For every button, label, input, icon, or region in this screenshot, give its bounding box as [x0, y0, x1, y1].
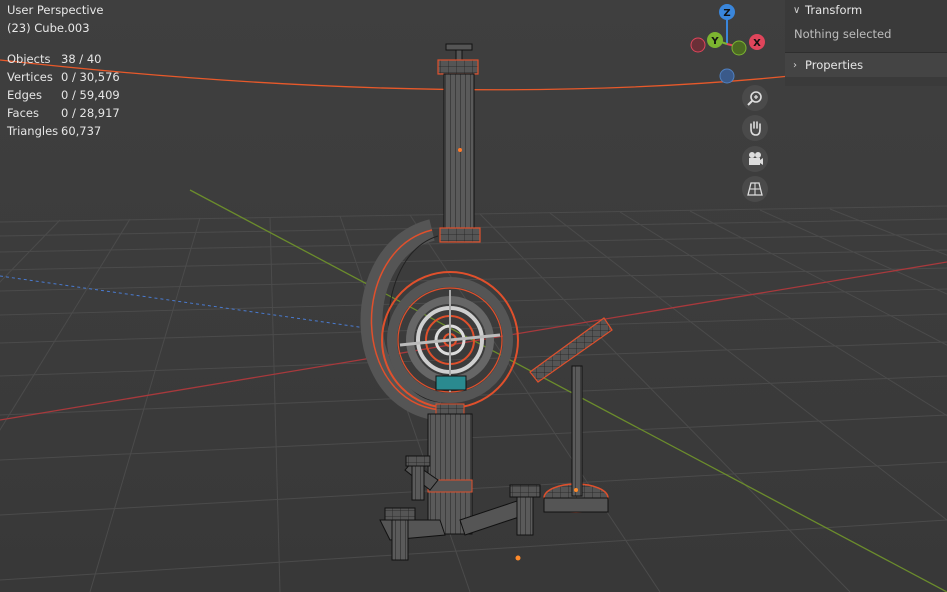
tall-column: [437, 43, 481, 243]
zoom-icon: [747, 91, 762, 106]
x-axis-label: X: [753, 38, 761, 49]
pedestal: [379, 403, 541, 561]
neg-z-handle[interactable]: [719, 68, 735, 84]
stat-value: 0 / 28,917: [61, 106, 120, 120]
pan-hand-icon: [750, 121, 761, 136]
stat-row-vertices: Vertices 0 / 30,576: [7, 68, 120, 86]
transform-panel-body: Nothing selected: [785, 20, 947, 48]
stat-row-triangles: Triangles 60,737: [7, 122, 120, 140]
scene-render[interactable]: [0, 0, 947, 592]
3d-viewport[interactable]: User Perspective (23) Cube.003 Objects 3…: [0, 0, 947, 592]
stat-value: 0 / 30,576: [61, 70, 120, 84]
y-axis-line: [189, 189, 947, 592]
floor-grid: [0, 205, 947, 592]
neg-x-handle[interactable]: [690, 37, 706, 53]
sidebar-panel: ∨ Transform Nothing selected › Propertie…: [785, 0, 947, 86]
stat-label: Edges: [7, 88, 42, 102]
stat-label: Objects: [7, 52, 51, 66]
stat-row-objects: Objects 38 / 40: [7, 50, 120, 68]
camera-view-button[interactable]: [742, 146, 768, 172]
properties-panel-header[interactable]: › Properties: [785, 53, 947, 77]
neg-y-handle[interactable]: [731, 40, 747, 56]
pan-button[interactable]: [742, 115, 768, 141]
scene-statistics: Objects 38 / 40 Vertices 0 / 30,576 Edge…: [7, 50, 120, 140]
stat-label: Faces: [7, 106, 39, 120]
navigation-gizmo[interactable]: Z Y X: [680, 0, 780, 90]
properties-label: Properties: [805, 58, 864, 72]
stat-value: 38 / 40: [61, 52, 102, 66]
stat-value: 60,737: [61, 124, 102, 138]
nothing-selected-text: Nothing selected: [794, 27, 892, 41]
ring-assembly: [360, 219, 519, 421]
z-axis-label: Z: [723, 8, 730, 19]
perspective-grid-icon: [747, 182, 763, 196]
active-object-name: (23) Cube.003: [7, 21, 90, 35]
stat-value: 0 / 59,409: [61, 88, 120, 102]
stat-row-faces: Faces 0 / 28,917: [7, 104, 120, 122]
stat-label: Triangles: [7, 124, 59, 138]
chevron-down-icon: ∨: [793, 4, 801, 16]
stat-row-edges: Edges 0 / 59,409: [7, 86, 120, 104]
stat-label: Vertices: [7, 70, 53, 84]
transform-label: Transform: [805, 3, 863, 17]
zoom-button[interactable]: [742, 85, 768, 111]
perspective-toggle-button[interactable]: [742, 176, 768, 202]
camera-icon: [749, 152, 763, 165]
dashed-line: [0, 275, 381, 331]
view-name: User Perspective: [7, 3, 104, 17]
chevron-right-icon: ›: [793, 59, 797, 71]
y-axis-label: Y: [710, 36, 719, 47]
transform-panel-header[interactable]: ∨ Transform: [785, 0, 947, 20]
